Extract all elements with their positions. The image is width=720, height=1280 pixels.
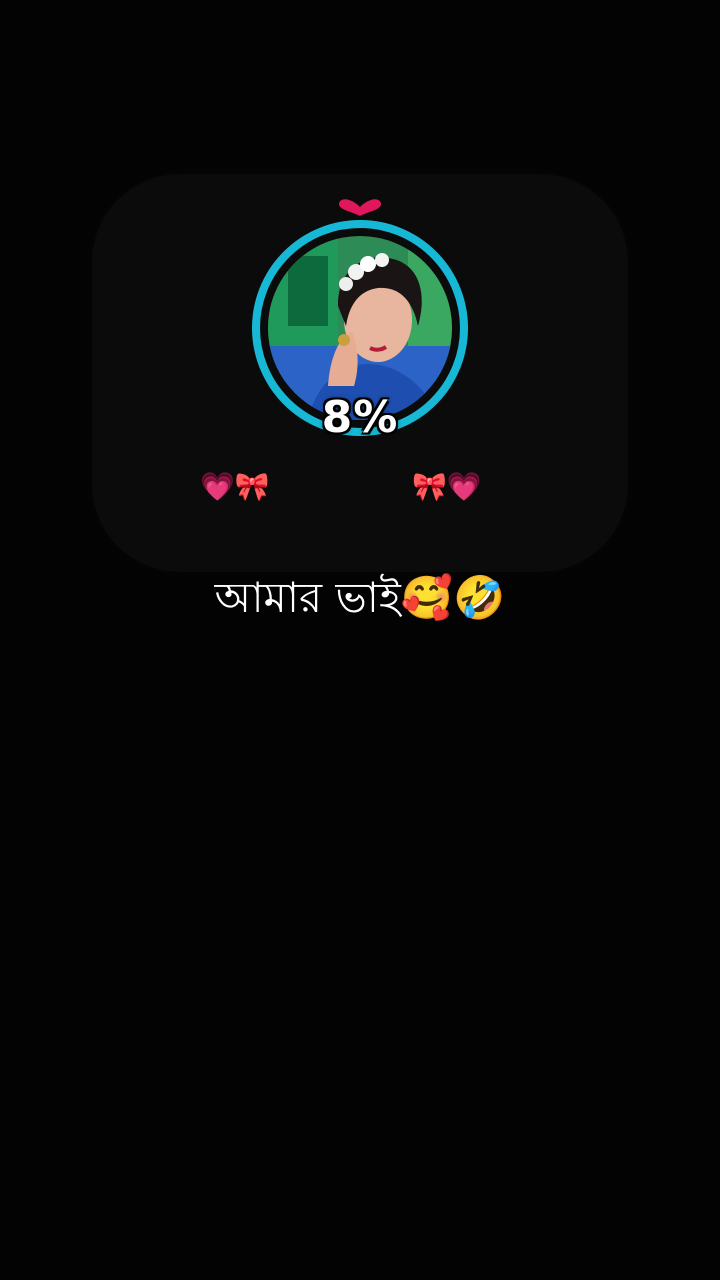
right-decoration-emojis: 🎀💗 <box>412 470 482 503</box>
progress-percent: 8% <box>321 392 399 443</box>
heart-icon <box>339 199 381 216</box>
video-caption: আমার ভাই🥰🤣 <box>214 573 506 622</box>
left-decoration-emojis: 💗🎀 <box>200 470 270 503</box>
screen: 8% 💗🎀 🎀💗 আমার ভাই🥰🤣 <box>0 0 720 1280</box>
